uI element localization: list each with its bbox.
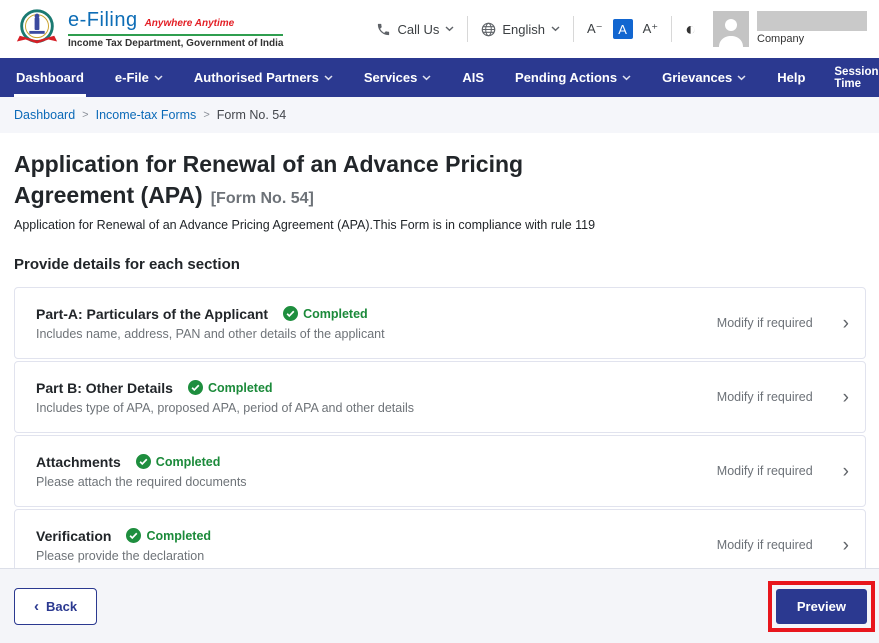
contrast-toggle-icon[interactable]: ◐ bbox=[685, 20, 696, 38]
section-description: Please provide the declaration bbox=[36, 548, 205, 563]
chevron-right-icon[interactable]: › bbox=[843, 536, 849, 555]
brand-name: e-Filing bbox=[68, 9, 138, 31]
form-number-tag: [Form No. 54] bbox=[210, 189, 314, 207]
status-label: Completed bbox=[146, 528, 212, 543]
section-list: Part-A: Particulars of the Applicant Com… bbox=[14, 287, 866, 582]
breadcrumb-separator: > bbox=[82, 109, 89, 121]
chevron-down-icon bbox=[154, 74, 163, 80]
breadcrumb: Dashboard > Income-tax Forms > Form No. … bbox=[0, 97, 879, 133]
action-bar: ‹ Back Preview bbox=[0, 568, 879, 643]
chevron-down-icon bbox=[551, 26, 560, 32]
status-badge: Completed bbox=[187, 380, 273, 396]
header-controls: Call Us English A⁻ A A⁺ ◐ Company bbox=[376, 11, 867, 47]
page-title: Application for Renewal of an Advance Pr… bbox=[14, 151, 524, 208]
status-badge: Completed bbox=[283, 306, 368, 322]
font-increase-button[interactable]: A⁺ bbox=[643, 21, 659, 37]
user-profile[interactable]: Company bbox=[713, 11, 867, 47]
language-menu[interactable]: English bbox=[481, 22, 560, 37]
annotation-highlight-box: Preview bbox=[767, 580, 875, 632]
section-description: Includes type of APA, proposed APA, peri… bbox=[36, 400, 415, 415]
section-title: Verification bbox=[36, 527, 112, 544]
check-circle-icon bbox=[283, 306, 299, 322]
breadcrumb-current: Form No. 54 bbox=[216, 108, 287, 122]
user-name-redacted bbox=[757, 11, 867, 31]
breadcrumb-dashboard[interactable]: Dashboard bbox=[14, 108, 75, 122]
main-navigation: Dashboard e-File Authorised Partners Ser… bbox=[0, 58, 879, 97]
phone-icon bbox=[378, 23, 390, 35]
chevron-left-icon: ‹ bbox=[34, 597, 39, 615]
chevron-down-icon bbox=[622, 74, 631, 80]
modify-link[interactable]: Modify if required bbox=[717, 538, 813, 552]
check-circle-icon bbox=[126, 528, 142, 544]
income-tax-dept-emblem-icon bbox=[16, 9, 58, 44]
nav-grievances[interactable]: Grievances bbox=[660, 58, 748, 97]
main-content: Application for Renewal of an Advance Pr… bbox=[0, 133, 879, 582]
efiling-logo: e-Filing Anywhere Anytime Income Tax Dep… bbox=[14, 6, 284, 52]
section-title: Part B: Other Details bbox=[36, 379, 173, 396]
top-header: e-Filing Anywhere Anytime Income Tax Dep… bbox=[0, 0, 879, 58]
page-description: Application for Renewal of an Advance Pr… bbox=[14, 218, 596, 233]
back-button[interactable]: ‹ Back bbox=[14, 587, 98, 625]
divider bbox=[671, 16, 673, 42]
section-card-part-b[interactable]: Part B: Other Details Completed Includes… bbox=[14, 361, 866, 434]
section-card-attachments[interactable]: Attachments Completed Please attach the … bbox=[14, 435, 866, 508]
section-title: Part-A: Particulars of the Applicant bbox=[36, 305, 269, 322]
brand-department: Income Tax Department, Government of Ind… bbox=[68, 38, 284, 49]
font-normal-button[interactable]: A bbox=[612, 19, 633, 39]
brand-tagline: Anywhere Anytime bbox=[144, 18, 235, 29]
chevron-down-icon bbox=[324, 74, 333, 80]
section-description: Please attach the required documents bbox=[36, 474, 247, 489]
chevron-down-icon bbox=[445, 26, 454, 32]
status-badge: Completed bbox=[126, 528, 212, 544]
status-label: Completed bbox=[155, 454, 221, 469]
chevron-right-icon[interactable]: › bbox=[843, 314, 849, 333]
nav-authorised-partners[interactable]: Authorised Partners bbox=[192, 58, 335, 97]
font-size-controls: A⁻ A A⁺ bbox=[587, 19, 658, 39]
app-window: e-Filing Anywhere Anytime Income Tax Dep… bbox=[0, 0, 879, 643]
divider bbox=[573, 16, 575, 42]
avatar bbox=[713, 11, 749, 47]
nav-help[interactable]: Help bbox=[775, 58, 807, 97]
language-label: English bbox=[502, 21, 546, 37]
nav-pending-actions[interactable]: Pending Actions bbox=[513, 58, 633, 97]
breadcrumb-separator: > bbox=[203, 109, 210, 121]
breadcrumb-income-tax-forms[interactable]: Income-tax Forms bbox=[96, 108, 197, 122]
call-us-menu[interactable]: Call Us bbox=[376, 22, 454, 37]
chevron-right-icon[interactable]: › bbox=[843, 388, 849, 407]
call-us-label: Call Us bbox=[397, 21, 440, 37]
chevron-down-icon bbox=[422, 74, 431, 80]
check-circle-icon bbox=[135, 454, 151, 470]
modify-link[interactable]: Modify if required bbox=[717, 390, 813, 404]
nav-services[interactable]: Services bbox=[362, 58, 434, 97]
session-time-label: Session Time bbox=[834, 65, 879, 90]
chevron-right-icon[interactable]: › bbox=[843, 462, 849, 481]
section-heading: Provide details for each section bbox=[14, 256, 240, 274]
chevron-down-icon bbox=[737, 74, 746, 80]
section-title: Attachments bbox=[36, 453, 121, 470]
nav-ais[interactable]: AIS bbox=[460, 58, 486, 97]
preview-button[interactable]: Preview bbox=[775, 588, 867, 624]
session-timer: Session Time 1 8 : 2 6 bbox=[834, 58, 879, 97]
section-card-part-a[interactable]: Part-A: Particulars of the Applicant Com… bbox=[14, 287, 866, 360]
modify-link[interactable]: Modify if required bbox=[717, 316, 813, 330]
nav-e-file[interactable]: e-File bbox=[113, 58, 165, 97]
section-description: Includes name, address, PAN and other de… bbox=[36, 326, 385, 341]
divider bbox=[467, 16, 469, 42]
user-type-label: Company bbox=[757, 33, 805, 45]
status-label: Completed bbox=[303, 306, 368, 321]
status-badge: Completed bbox=[135, 454, 221, 470]
check-circle-icon bbox=[187, 380, 203, 396]
modify-link[interactable]: Modify if required bbox=[717, 464, 813, 478]
nav-dashboard[interactable]: Dashboard bbox=[14, 58, 86, 97]
status-label: Completed bbox=[207, 380, 273, 395]
font-decrease-button[interactable]: A⁻ bbox=[587, 21, 603, 37]
globe-icon bbox=[482, 22, 496, 36]
